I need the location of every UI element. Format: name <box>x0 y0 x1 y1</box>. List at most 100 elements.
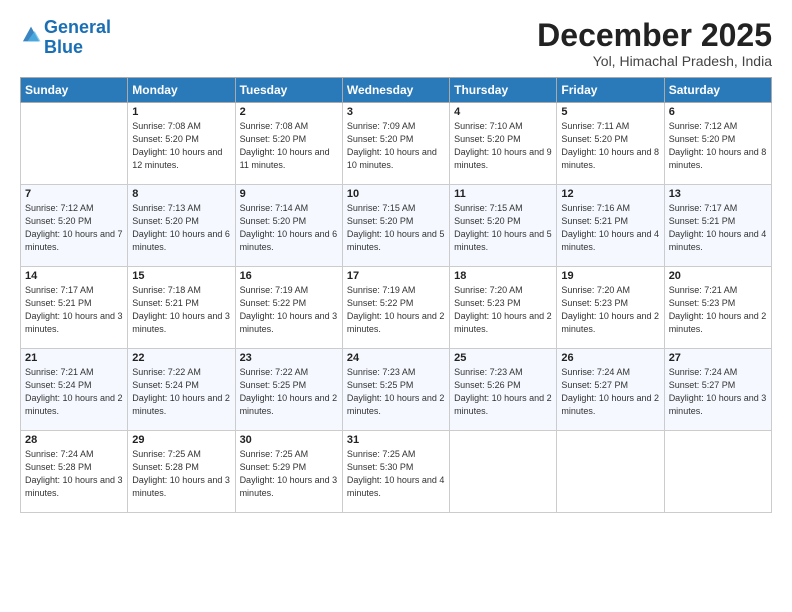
day-info: Sunrise: 7:21 AMSunset: 5:23 PMDaylight:… <box>669 284 767 336</box>
calendar-cell-w1d6: 5 Sunrise: 7:11 AMSunset: 5:20 PMDaylight… <box>557 103 664 185</box>
weekday-header-friday: Friday <box>557 78 664 103</box>
calendar-cell-w2d7: 13 Sunrise: 7:17 AMSunset: 5:21 PMDayligh… <box>664 185 771 267</box>
day-info: Sunrise: 7:15 AMSunset: 5:20 PMDaylight:… <box>454 202 552 254</box>
day-info: Sunrise: 7:23 AMSunset: 5:25 PMDaylight:… <box>347 366 445 418</box>
day-number: 19 <box>561 270 659 282</box>
day-info: Sunrise: 7:10 AMSunset: 5:20 PMDaylight:… <box>454 120 552 172</box>
day-number: 1 <box>132 106 230 118</box>
day-number: 30 <box>240 434 338 446</box>
calendar-cell-w4d4: 24 Sunrise: 7:23 AMSunset: 5:25 PMDayligh… <box>342 349 449 431</box>
day-number: 4 <box>454 106 552 118</box>
calendar-cell-w1d1 <box>21 103 128 185</box>
day-info: Sunrise: 7:24 AMSunset: 5:28 PMDaylight:… <box>25 448 123 500</box>
calendar-cell-w2d1: 7 Sunrise: 7:12 AMSunset: 5:20 PMDaylight… <box>21 185 128 267</box>
calendar-cell-w2d6: 12 Sunrise: 7:16 AMSunset: 5:21 PMDayligh… <box>557 185 664 267</box>
day-number: 26 <box>561 352 659 364</box>
weekday-header-monday: Monday <box>128 78 235 103</box>
calendar-cell-w2d4: 10Sunrise: 7:15 AMSunset: 5:20 PMDayligh… <box>342 185 449 267</box>
day-number: 6 <box>669 106 767 118</box>
calendar-table: SundayMondayTuesdayWednesdayThursdayFrid… <box>20 77 772 513</box>
day-info: Sunrise: 7:12 AMSunset: 5:20 PMDaylight:… <box>25 202 123 254</box>
weekday-header-saturday: Saturday <box>664 78 771 103</box>
calendar-cell-w4d6: 26 Sunrise: 7:24 AMSunset: 5:27 PMDayligh… <box>557 349 664 431</box>
calendar-cell-w1d3: 2Sunrise: 7:08 AMSunset: 5:20 PMDaylight… <box>235 103 342 185</box>
weekday-header-thursday: Thursday <box>450 78 557 103</box>
day-number: 25 <box>454 352 552 364</box>
day-info: Sunrise: 7:20 AMSunset: 5:23 PMDaylight:… <box>561 284 659 336</box>
logo-text: General Blue <box>44 18 111 58</box>
day-info: Sunrise: 7:17 AMSunset: 5:21 PMDaylight:… <box>669 202 767 254</box>
calendar-cell-w1d7: 6 Sunrise: 7:12 AMSunset: 5:20 PMDaylight… <box>664 103 771 185</box>
week-row-3: 14Sunrise: 7:17 AMSunset: 5:21 PMDayligh… <box>21 267 772 349</box>
day-info: Sunrise: 7:09 AMSunset: 5:20 PMDaylight:… <box>347 120 445 172</box>
day-info: Sunrise: 7:14 AMSunset: 5:20 PMDaylight:… <box>240 202 338 254</box>
calendar-cell-w4d2: 22Sunrise: 7:22 AMSunset: 5:24 PMDayligh… <box>128 349 235 431</box>
calendar-cell-w5d1: 28 Sunrise: 7:24 AMSunset: 5:28 PMDayligh… <box>21 431 128 513</box>
weekday-header-tuesday: Tuesday <box>235 78 342 103</box>
day-info: Sunrise: 7:15 AMSunset: 5:20 PMDaylight:… <box>347 202 445 254</box>
logo: General Blue <box>20 18 111 58</box>
calendar-cell-w3d5: 18Sunrise: 7:20 AMSunset: 5:23 PMDayligh… <box>450 267 557 349</box>
calendar-cell-w3d7: 20Sunrise: 7:21 AMSunset: 5:23 PMDayligh… <box>664 267 771 349</box>
week-row-1: 1 Sunrise: 7:08 AMSunset: 5:20 PMDaylight… <box>21 103 772 185</box>
calendar-cell-w2d2: 8 Sunrise: 7:13 AMSunset: 5:20 PMDaylight… <box>128 185 235 267</box>
day-info: Sunrise: 7:24 AMSunset: 5:27 PMDaylight:… <box>561 366 659 418</box>
day-info: Sunrise: 7:25 AMSunset: 5:28 PMDaylight:… <box>132 448 230 500</box>
week-row-2: 7 Sunrise: 7:12 AMSunset: 5:20 PMDaylight… <box>21 185 772 267</box>
day-info: Sunrise: 7:13 AMSunset: 5:20 PMDaylight:… <box>132 202 230 254</box>
day-info: Sunrise: 7:16 AMSunset: 5:21 PMDaylight:… <box>561 202 659 254</box>
calendar-cell-w4d7: 27Sunrise: 7:24 AMSunset: 5:27 PMDayligh… <box>664 349 771 431</box>
day-number: 5 <box>561 106 659 118</box>
day-info: Sunrise: 7:11 AMSunset: 5:20 PMDaylight:… <box>561 120 659 172</box>
calendar-cell-w1d4: 3 Sunrise: 7:09 AMSunset: 5:20 PMDaylight… <box>342 103 449 185</box>
day-info: Sunrise: 7:24 AMSunset: 5:27 PMDaylight:… <box>669 366 767 418</box>
day-number: 7 <box>25 188 123 200</box>
calendar-cell-w3d4: 17 Sunrise: 7:19 AMSunset: 5:22 PMDayligh… <box>342 267 449 349</box>
day-number: 17 <box>347 270 445 282</box>
day-info: Sunrise: 7:25 AMSunset: 5:30 PMDaylight:… <box>347 448 445 500</box>
title-block: December 2025 Yol, Himachal Pradesh, Ind… <box>537 18 772 69</box>
day-number: 29 <box>132 434 230 446</box>
calendar-cell-w1d5: 4 Sunrise: 7:10 AMSunset: 5:20 PMDaylight… <box>450 103 557 185</box>
weekday-header-wednesday: Wednesday <box>342 78 449 103</box>
logo-general: General <box>44 17 111 37</box>
day-info: Sunrise: 7:08 AMSunset: 5:20 PMDaylight:… <box>132 120 230 172</box>
day-number: 2 <box>240 106 338 118</box>
day-info: Sunrise: 7:22 AMSunset: 5:25 PMDaylight:… <box>240 366 338 418</box>
calendar-cell-w3d1: 14Sunrise: 7:17 AMSunset: 5:21 PMDayligh… <box>21 267 128 349</box>
day-number: 8 <box>132 188 230 200</box>
day-info: Sunrise: 7:22 AMSunset: 5:24 PMDaylight:… <box>132 366 230 418</box>
day-number: 21 <box>25 352 123 364</box>
day-info: Sunrise: 7:19 AMSunset: 5:22 PMDaylight:… <box>347 284 445 336</box>
calendar-cell-w2d5: 11 Sunrise: 7:15 AMSunset: 5:20 PMDayligh… <box>450 185 557 267</box>
day-info: Sunrise: 7:12 AMSunset: 5:20 PMDaylight:… <box>669 120 767 172</box>
calendar-cell-w4d3: 23Sunrise: 7:22 AMSunset: 5:25 PMDayligh… <box>235 349 342 431</box>
page: General Blue December 2025 Yol, Himachal… <box>0 0 792 612</box>
week-row-5: 28 Sunrise: 7:24 AMSunset: 5:28 PMDayligh… <box>21 431 772 513</box>
calendar-cell-w3d3: 16Sunrise: 7:19 AMSunset: 5:22 PMDayligh… <box>235 267 342 349</box>
day-info: Sunrise: 7:25 AMSunset: 5:29 PMDaylight:… <box>240 448 338 500</box>
day-number: 11 <box>454 188 552 200</box>
calendar-cell-w3d6: 19 Sunrise: 7:20 AMSunset: 5:23 PMDayligh… <box>557 267 664 349</box>
calendar-cell-w4d5: 25Sunrise: 7:23 AMSunset: 5:26 PMDayligh… <box>450 349 557 431</box>
weekday-header-sunday: Sunday <box>21 78 128 103</box>
day-number: 13 <box>669 188 767 200</box>
day-number: 24 <box>347 352 445 364</box>
day-info: Sunrise: 7:18 AMSunset: 5:21 PMDaylight:… <box>132 284 230 336</box>
day-number: 28 <box>25 434 123 446</box>
day-number: 3 <box>347 106 445 118</box>
logo-blue: Blue <box>44 38 111 58</box>
day-number: 18 <box>454 270 552 282</box>
calendar-cell-w5d7 <box>664 431 771 513</box>
day-number: 14 <box>25 270 123 282</box>
calendar-cell-w5d2: 29 Sunrise: 7:25 AMSunset: 5:28 PMDayligh… <box>128 431 235 513</box>
logo-icon <box>20 23 42 45</box>
day-number: 15 <box>132 270 230 282</box>
week-row-4: 21 Sunrise: 7:21 AMSunset: 5:24 PMDayligh… <box>21 349 772 431</box>
weekday-header-row: SundayMondayTuesdayWednesdayThursdayFrid… <box>21 78 772 103</box>
calendar-cell-w5d4: 31Sunrise: 7:25 AMSunset: 5:30 PMDayligh… <box>342 431 449 513</box>
day-number: 12 <box>561 188 659 200</box>
header: General Blue December 2025 Yol, Himachal… <box>20 18 772 69</box>
calendar-cell-w3d2: 15 Sunrise: 7:18 AMSunset: 5:21 PMDayligh… <box>128 267 235 349</box>
day-info: Sunrise: 7:21 AMSunset: 5:24 PMDaylight:… <box>25 366 123 418</box>
